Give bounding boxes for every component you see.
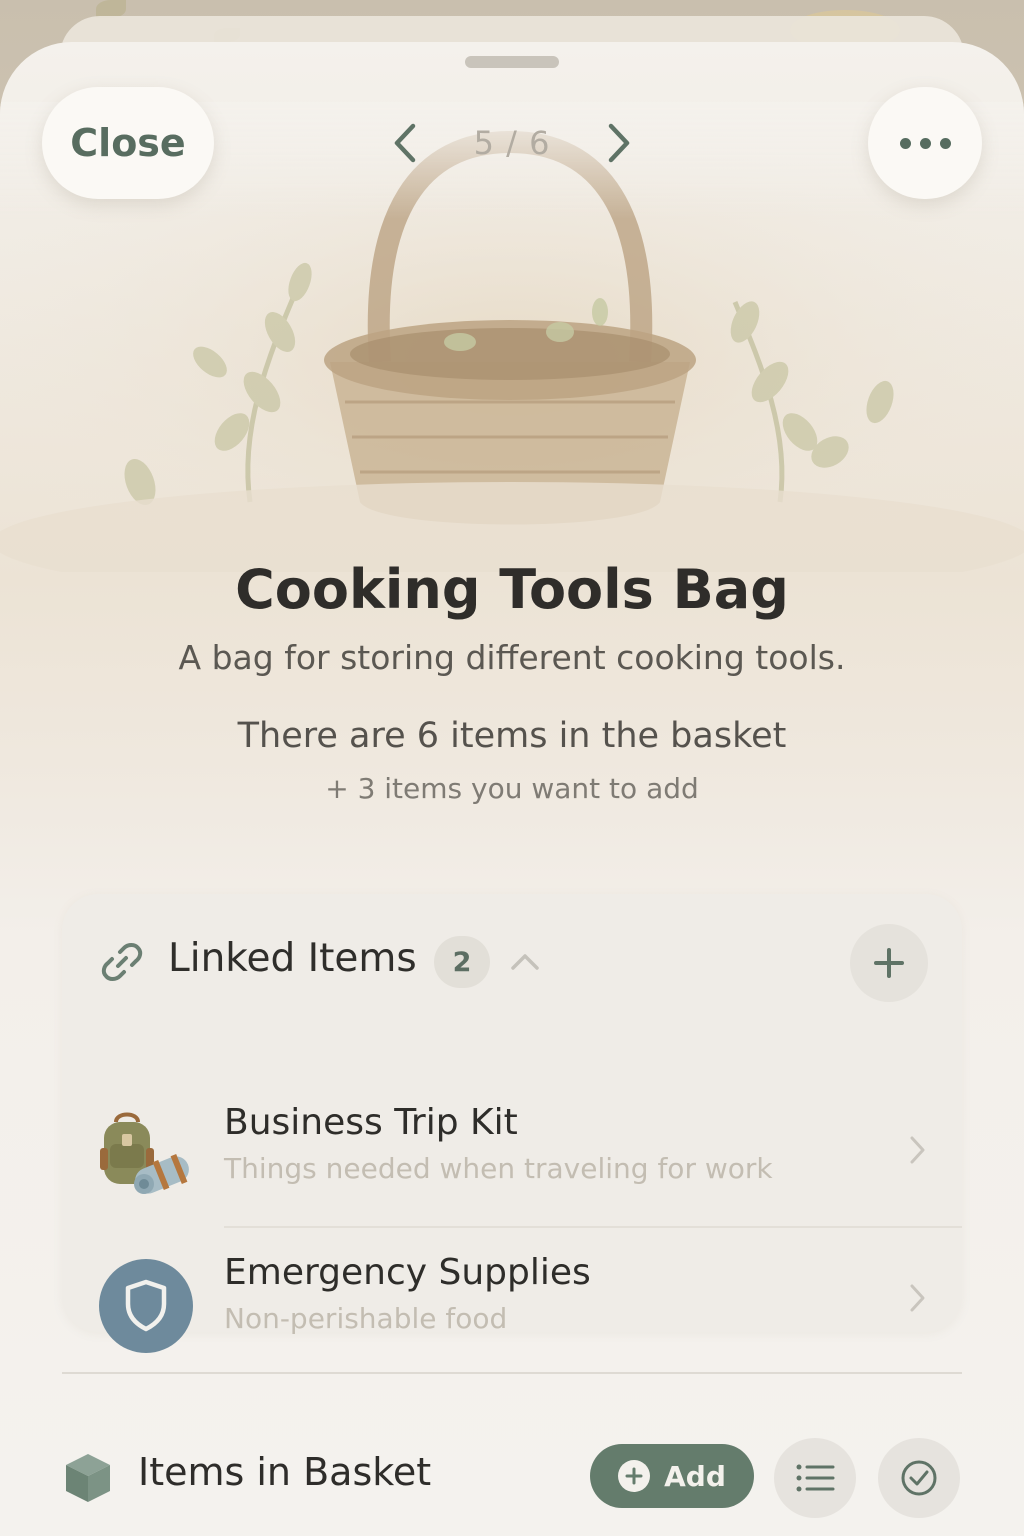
link-icon <box>98 938 146 986</box>
linked-item-name: Emergency Supplies <box>224 1252 591 1293</box>
linked-item-description: Non-perishable food <box>224 1302 508 1335</box>
plus-circle-icon <box>618 1460 651 1492</box>
linked-items-card: Linked Items 2 Business Trip Kit Things … <box>62 894 962 1353</box>
page-counter: 5 / 6 <box>473 124 551 162</box>
plus-icon <box>874 948 904 978</box>
linked-items-title: Linked Items <box>168 936 417 981</box>
linked-item-business-trip-kit[interactable]: Business Trip Kit Things needed when tra… <box>62 1074 962 1224</box>
list-icon <box>796 1464 835 1492</box>
previous-arrow-icon[interactable] <box>380 113 430 173</box>
linked-item-description: Things needed when traveling for work <box>224 1152 773 1185</box>
check-circle-icon <box>901 1460 937 1496</box>
items-in-basket-title: Items in Basket <box>138 1450 432 1494</box>
linked-item-name: Business Trip Kit <box>224 1102 518 1143</box>
backpack-icon <box>98 1104 194 1200</box>
wishlist-count-text: + 3 items you want to add <box>325 772 699 805</box>
basket-description: A bag for storing different cooking tool… <box>178 638 846 677</box>
chevron-right-icon <box>904 1278 930 1318</box>
next-arrow-icon[interactable] <box>594 113 644 173</box>
chevron-right-icon <box>904 1130 930 1170</box>
linked-count-badge: 2 <box>434 936 490 988</box>
chevron-up-icon[interactable] <box>508 946 542 976</box>
close-button[interactable]: Close <box>42 87 214 199</box>
add-label: Add <box>664 1459 726 1493</box>
drag-handle[interactable] <box>465 56 559 68</box>
shield-icon <box>98 1258 194 1354</box>
more-horizontal-icon <box>899 137 911 149</box>
item-count-text: There are 6 items in the basket <box>237 716 787 756</box>
section-divider <box>62 1372 962 1374</box>
list-view-button[interactable] <box>774 1438 856 1518</box>
cube-icon <box>64 1452 112 1504</box>
more-options-button[interactable] <box>868 87 982 199</box>
basket-title: Cooking Tools Bag <box>235 558 789 621</box>
add-linked-item-button[interactable] <box>850 924 928 1002</box>
linked-item-emergency-supplies[interactable]: Emergency Supplies Non-perishable food <box>62 1228 962 1378</box>
add-item-button[interactable]: Add <box>590 1444 754 1508</box>
select-items-button[interactable] <box>878 1438 960 1518</box>
items-in-basket-header: Items in Basket Add <box>0 1430 1024 1530</box>
pager: 5 / 6 <box>380 112 644 174</box>
linked-items-header[interactable]: Linked Items 2 <box>62 894 962 1030</box>
basket-detail-sheet: Close 5 / 6 Cooking Tools Bag A bag for … <box>0 42 1024 1536</box>
